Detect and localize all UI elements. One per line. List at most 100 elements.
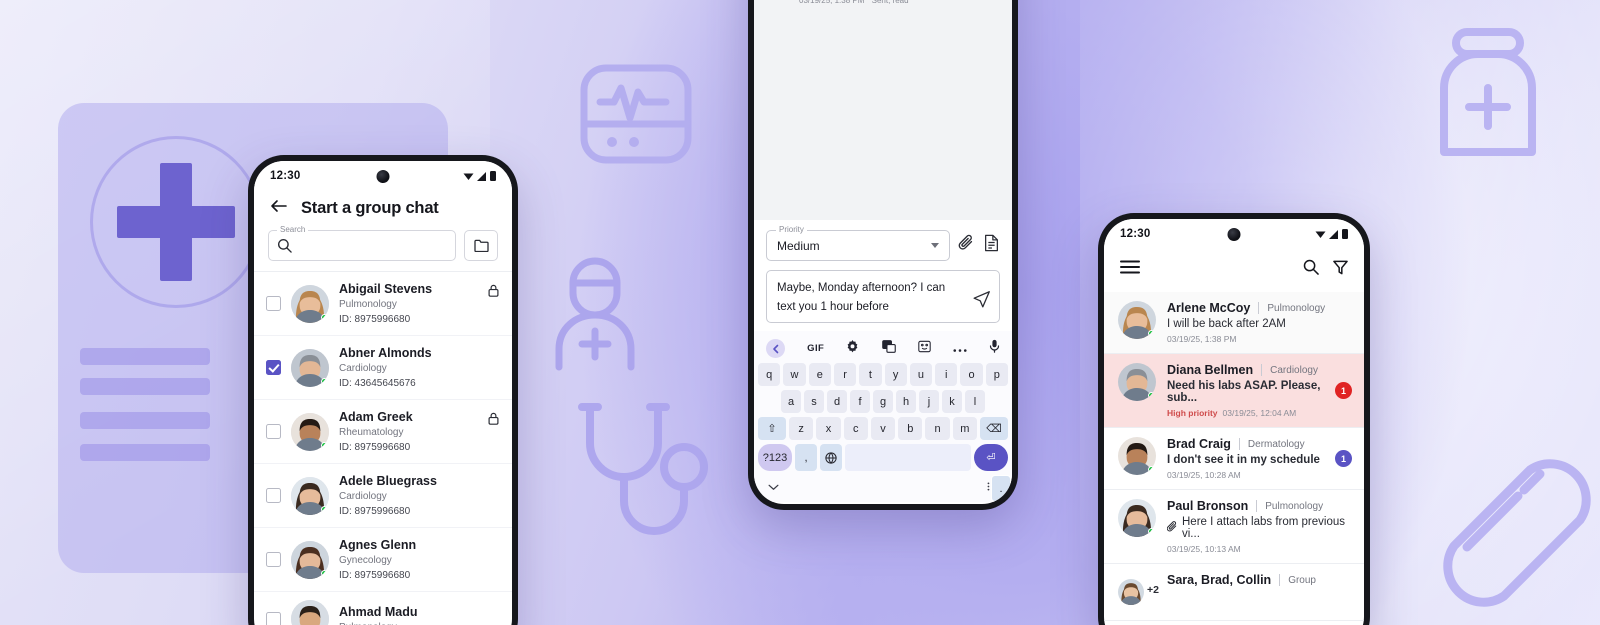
key-h[interactable]: h [896, 390, 916, 414]
keyboard-toolbar[interactable]: GIF [758, 335, 1008, 363]
priority-label: Priority [776, 225, 807, 234]
backspace-key[interactable]: ⌫ [979, 417, 1008, 441]
key-a[interactable]: a [781, 390, 801, 414]
message-item[interactable]: Arlene McCoy So, when we'll meet? 03/19/… [768, 0, 998, 5]
key-t[interactable]: t [859, 363, 882, 387]
mic-icon[interactable] [989, 339, 1000, 358]
menu-button[interactable] [1120, 260, 1140, 279]
contact-row[interactable]: Adam Greek Rheumatology ID: 8975996680 [254, 400, 512, 464]
keyboard-row-4[interactable]: ?123, . ⏎ [758, 444, 1011, 502]
key-y[interactable]: y [884, 363, 907, 387]
chat-name: Paul Bronson [1167, 499, 1249, 513]
key-i[interactable]: i [935, 363, 958, 387]
space-key[interactable] [845, 444, 971, 472]
translate-icon[interactable] [881, 339, 896, 358]
card-line-decoration [80, 348, 210, 365]
key-j[interactable]: j [919, 390, 939, 414]
key-x[interactable]: x [816, 417, 841, 441]
contact-checkbox[interactable] [266, 611, 281, 625]
avatar [1118, 301, 1156, 339]
chat-row[interactable]: Brad Craig Dermatology I don't see it in… [1104, 428, 1364, 490]
key-q[interactable]: q [758, 363, 781, 387]
hide-keyboard-icon[interactable] [768, 478, 779, 496]
keyboard-row-padding[interactable] [758, 390, 778, 413]
contact-row[interactable]: Ahmad Madu Pulmonology [254, 592, 512, 625]
comma-key[interactable]: , [795, 444, 817, 472]
search-input[interactable]: Search [268, 225, 456, 261]
key-u[interactable]: u [909, 363, 933, 387]
keyboard-row-padding[interactable] [988, 390, 1008, 413]
key-r[interactable]: r [833, 363, 857, 387]
lock-icon [488, 412, 499, 425]
phone-group-chat: 12:30 Start a group chat Search Abigail … [248, 155, 518, 625]
chat-row[interactable]: +2 Sara, Brad, Collin Group [1104, 564, 1364, 621]
key-l[interactable]: l [965, 390, 985, 414]
key-k[interactable]: k [942, 390, 962, 414]
search-button[interactable] [1303, 259, 1319, 280]
message-input[interactable]: Maybe, Monday afternoon? I can text you … [766, 270, 1000, 324]
key-b[interactable]: b [898, 417, 923, 441]
keyboard-expand-icon[interactable] [766, 339, 785, 359]
key-e[interactable]: e [808, 363, 831, 387]
period-key[interactable]: . [991, 475, 1011, 502]
chat-specialty: Group [1288, 574, 1316, 586]
shift-key[interactable]: ⇧ [758, 417, 787, 441]
key-n[interactable]: n [925, 417, 950, 441]
contact-row[interactable]: Agnes Glenn Gynecology ID: 8975996680 [254, 528, 512, 592]
contact-row[interactable]: Adele Bluegrass Cardiology ID: 897599668… [254, 464, 512, 528]
key-g[interactable]: g [873, 390, 893, 414]
message-status: Sent, read [871, 0, 909, 5]
key-m[interactable]: m [952, 417, 977, 441]
keyboard-row-1[interactable]: qwertyuiop [758, 363, 1008, 387]
contact-row[interactable]: Abigail Stevens Pulmonology ID: 89759966… [254, 272, 512, 336]
template-button[interactable] [983, 234, 1000, 257]
send-button[interactable] [972, 290, 991, 314]
key-s[interactable]: s [804, 390, 824, 414]
key-p[interactable]: p [985, 363, 1008, 387]
microphone-glyph [989, 340, 1000, 354]
chat-row[interactable]: Diana Bellmen Cardiology Need his labs A… [1104, 354, 1364, 428]
divider [1258, 302, 1260, 314]
key-d[interactable]: d [827, 390, 847, 414]
key-w[interactable]: w [783, 363, 806, 387]
gif-button[interactable]: GIF [807, 343, 824, 354]
folders-button[interactable] [464, 230, 498, 261]
chat-list[interactable]: Arlene McCoy Pulmonology I will be back … [1104, 292, 1364, 621]
status-bar: 12:30 [254, 161, 512, 191]
chevron-down-icon[interactable] [931, 243, 939, 248]
back-arrow-icon[interactable] [270, 199, 287, 218]
contact-checkbox[interactable] [266, 552, 281, 567]
contact-id: ID: 43645645676 [339, 377, 416, 389]
contact-list[interactable]: Abigail Stevens Pulmonology ID: 89759966… [254, 271, 512, 625]
key-f[interactable]: f [850, 390, 870, 414]
contact-checkbox[interactable] [266, 296, 281, 311]
settings-icon[interactable] [846, 339, 859, 358]
keyboard-row-3[interactable]: ⇧ z x c v b n m ⌫ [758, 417, 1008, 441]
chat-row[interactable]: Arlene McCoy Pulmonology I will be back … [1104, 292, 1364, 354]
globe-key[interactable] [820, 444, 842, 472]
priority-select[interactable]: Priority Medium [766, 225, 950, 261]
key-c[interactable]: c [843, 417, 868, 441]
key-v[interactable]: v [870, 417, 896, 441]
online-dot [1148, 392, 1155, 399]
sticker-icon[interactable] [917, 340, 931, 358]
more-icon[interactable] [953, 340, 967, 358]
key-o[interactable]: o [960, 363, 983, 387]
keyboard-row-2[interactable]: asdfghjkl [758, 390, 1008, 414]
keyboard[interactable]: GIF q w e r t y u i o p a s d f g h j k … [754, 331, 1012, 503]
contact-checkbox[interactable] [266, 360, 281, 375]
attach-button[interactable] [958, 234, 975, 257]
chat-row[interactable]: Paul Bronson Pulmonology Here I attach l… [1104, 490, 1364, 564]
priority-flag: High priority [1167, 408, 1218, 418]
enter-key[interactable]: ⏎ [974, 444, 1008, 472]
contact-checkbox[interactable] [266, 488, 281, 503]
chat-timestamp: High priority 03/19/25, 12:04 AM [1167, 408, 1297, 418]
symbols-key[interactable]: ?123 [758, 444, 792, 472]
contact-checkbox[interactable] [266, 424, 281, 439]
ecg-monitor-icon [578, 62, 694, 166]
contact-row[interactable]: Abner Almonds Cardiology ID: 43645645676 [254, 336, 512, 400]
filter-button[interactable] [1333, 260, 1348, 280]
key-z[interactable]: z [789, 417, 814, 441]
search-icon [1303, 259, 1319, 275]
online-dot [1148, 528, 1155, 535]
